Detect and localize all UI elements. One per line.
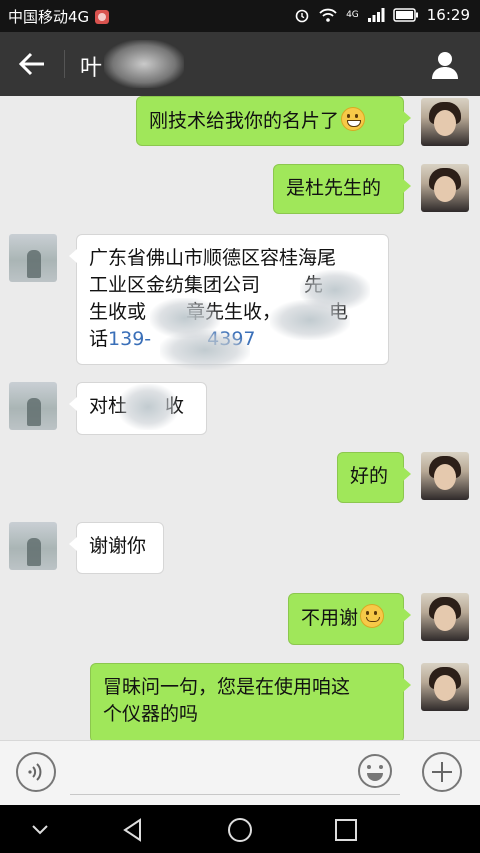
message-row: 不用谢 [0, 593, 480, 649]
message-bubble[interactable]: 冒昧问一句，您是在使用咱这 个仪器的吗 [90, 663, 411, 740]
emoji-icon[interactable] [356, 752, 394, 790]
message-text: 生收或 [89, 301, 147, 323]
hide-keyboard-icon[interactable] [30, 821, 50, 837]
message-bubble[interactable]: 好的 [337, 452, 411, 503]
voice-icon[interactable] [16, 752, 56, 792]
message-bubble[interactable]: 谢谢你 [69, 522, 164, 574]
grin-emoji-icon [341, 107, 366, 131]
battery-icon [393, 8, 418, 22]
message-row: 刚技术给我你的名片了 [0, 96, 480, 152]
message-bubble[interactable]: 是杜先生的 [273, 164, 411, 214]
contact-name: 叶 [80, 56, 103, 81]
redaction-blur [160, 330, 250, 370]
avatar[interactable] [9, 382, 57, 430]
avatar[interactable] [421, 164, 469, 212]
smile-emoji-icon [360, 604, 385, 628]
message-row: 对杜收 [0, 382, 480, 442]
avatar[interactable] [9, 522, 57, 570]
avatar[interactable] [421, 98, 469, 146]
message-list[interactable]: 刚技术给我你的名片了 是杜先生的 广东省佛山市顺德区容桂海尾 工业区金纺集团公司… [0, 96, 480, 740]
message-input[interactable] [70, 794, 400, 795]
message-text: 工业区金纺集团公司 [89, 274, 261, 296]
signal-icon [367, 8, 385, 22]
message-text: 不用谢 [301, 607, 359, 629]
back-icon[interactable] [120, 817, 146, 843]
message-text: 刚技术给我你的名片了 [149, 110, 340, 132]
recents-icon[interactable] [334, 818, 358, 842]
wifi-icon [319, 8, 337, 22]
message-text: 广东省佛山市顺德区容桂海尾 [89, 247, 337, 269]
avatar[interactable] [421, 663, 469, 711]
home-icon[interactable] [227, 817, 253, 843]
alarm-icon [295, 9, 309, 23]
message-bubble[interactable]: 刚技术给我你的名片了 [136, 96, 411, 146]
message-text: 冒昧问一句，您是在使用咱这 [103, 676, 351, 698]
carrier-label: 中国移动4G [8, 8, 90, 26]
system-nav-bar [0, 805, 480, 853]
message-text: 谢谢你 [89, 535, 147, 557]
phone-link[interactable]: 139- [108, 328, 151, 350]
message-row: 冒昧问一句，您是在使用咱这 个仪器的吗 [0, 663, 480, 740]
message-row: 谢谢你 [0, 522, 480, 578]
message-row: 是杜先生的 [0, 164, 480, 220]
redaction-blur [270, 300, 350, 340]
message-row: 好的 [0, 452, 480, 508]
notification-icon [95, 9, 110, 24]
person-icon[interactable] [430, 50, 460, 80]
redaction-blur [104, 40, 184, 88]
status-bar: 中国移动4G 4G 16:29 [0, 0, 480, 32]
message-row: 广东省佛山市顺德区容桂海尾 工业区金纺集团公司先 生收或章先生收，电 话139-… [0, 234, 480, 370]
chat-header: 叶 [0, 32, 480, 96]
message-text: 个仪器的吗 [103, 703, 199, 725]
message-bubble[interactable]: 不用谢 [288, 593, 411, 645]
plus-icon[interactable] [422, 752, 462, 792]
network-type: 4G [346, 10, 359, 20]
avatar[interactable] [421, 452, 469, 500]
message-text: 好的 [350, 465, 389, 487]
arrow-left-icon[interactable] [14, 48, 50, 80]
avatar[interactable] [9, 234, 57, 282]
divider [64, 50, 65, 78]
avatar[interactable] [421, 593, 469, 641]
redaction-blur [118, 384, 178, 430]
clock: 16:29 [426, 6, 470, 24]
message-text: 话 [89, 328, 109, 350]
input-bar [0, 740, 480, 806]
message-text: 是杜先生的 [286, 177, 382, 199]
